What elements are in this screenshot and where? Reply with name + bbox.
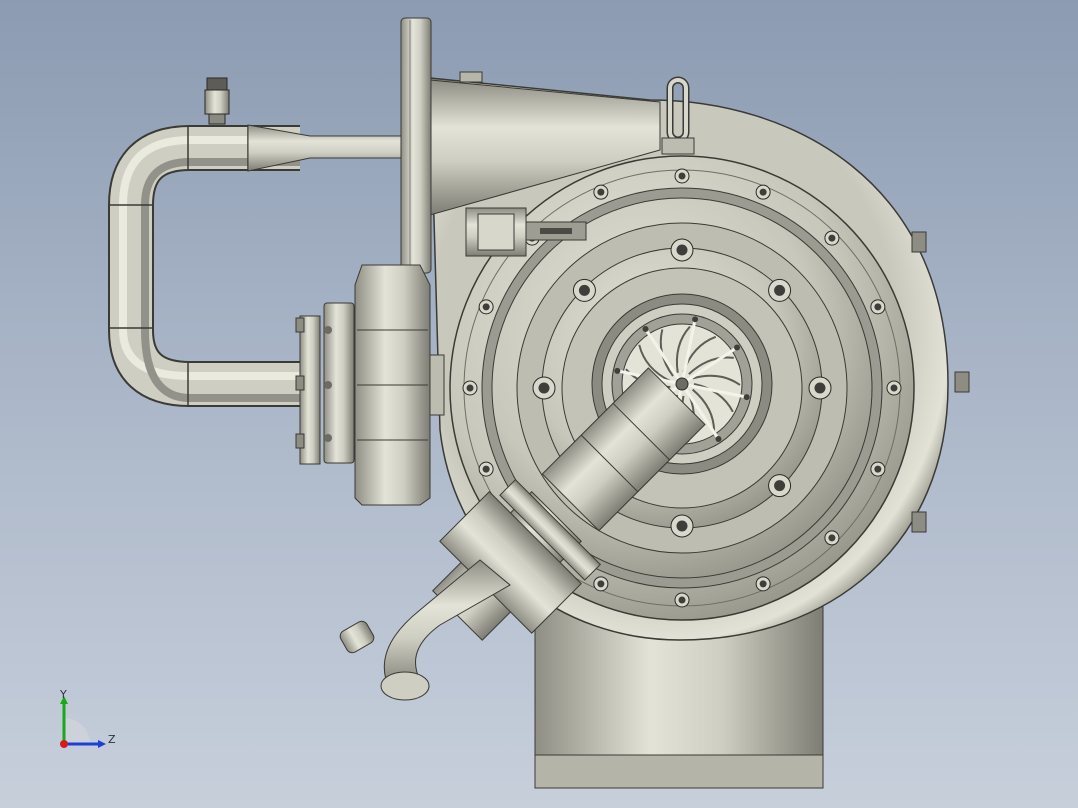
outlet-flange <box>400 17 432 274</box>
outer-bolt-hole <box>482 465 490 473</box>
inner-bolt-hole <box>538 382 550 394</box>
outer-bolt-hole <box>466 384 474 392</box>
outer-bolt-hole <box>759 580 767 588</box>
spoke-end <box>715 436 722 443</box>
z-axis-label: Z <box>108 733 116 746</box>
turbocharger-assembly-model[interactable] <box>0 0 1078 808</box>
outer-bolt-hole <box>678 596 686 604</box>
cone-boss <box>459 71 483 83</box>
triad-plane <box>64 718 90 744</box>
orientation-triad[interactable]: Y Z <box>50 688 120 758</box>
left-inlet-assembly <box>295 264 445 506</box>
reducer-tube <box>247 124 406 172</box>
inner-bolt-hole <box>814 382 826 394</box>
inner-bolt-hole <box>676 244 688 256</box>
inner-bolt-hole <box>774 284 786 296</box>
cad-graphics-viewport[interactable]: Y Z <box>0 0 1078 808</box>
inner-bolt-hole <box>578 284 590 296</box>
outer-bolt-hole <box>874 303 882 311</box>
outer-bolt-hole <box>597 580 605 588</box>
inner-bolt-hole <box>774 480 786 492</box>
return-pipe-loop <box>108 125 310 407</box>
outer-bolt-hole <box>828 534 836 542</box>
x-axis-dot <box>60 740 68 748</box>
spoke-end <box>614 367 621 374</box>
spoke-end <box>743 394 750 401</box>
outer-bolt-hole <box>890 384 898 392</box>
sensor-fitting <box>204 77 230 125</box>
spoke-end <box>692 316 699 323</box>
inner-bolt-hole <box>676 520 688 532</box>
impeller-hub <box>675 377 689 391</box>
spoke-end <box>734 344 741 351</box>
outer-bolt-hole <box>678 172 686 180</box>
outer-bolt-hole <box>482 303 490 311</box>
outer-bolt-hole <box>828 234 836 242</box>
outer-bolt-hole <box>874 465 882 473</box>
spoke-end <box>642 325 649 332</box>
outer-bolt-hole <box>597 188 605 196</box>
y-axis-label: Y <box>59 688 67 701</box>
z-axis-head <box>98 740 106 748</box>
outer-bolt-hole <box>759 188 767 196</box>
